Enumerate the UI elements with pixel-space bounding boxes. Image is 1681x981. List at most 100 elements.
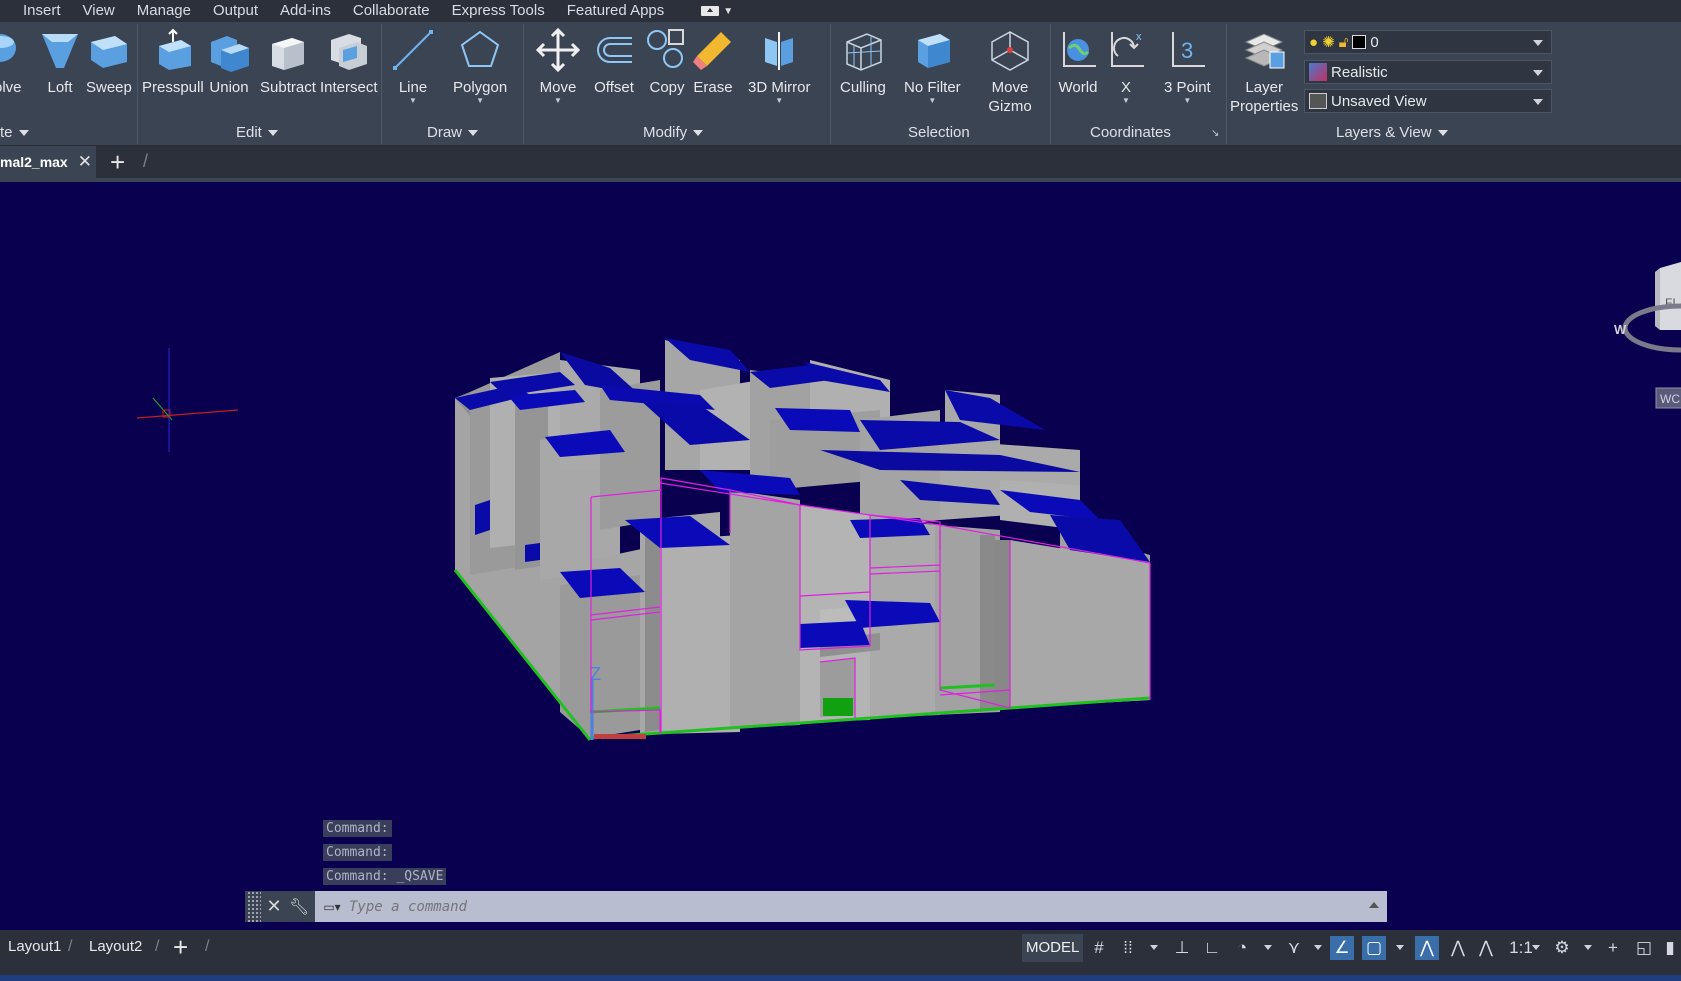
gear-icon[interactable]: ⚙: [1550, 936, 1574, 960]
3-point-button[interactable]: 3 3 Point ▼: [1164, 28, 1211, 105]
auto-scale-icon[interactable]: ⋀: [1446, 936, 1470, 960]
chevron-down-icon: [1533, 70, 1543, 76]
subtract-button[interactable]: Subtract: [260, 28, 316, 97]
chevron-up-icon[interactable]: [1369, 902, 1379, 908]
layout1-tab[interactable]: Layout1: [8, 938, 61, 955]
object-snap-tracking-icon[interactable]: ∠: [1330, 936, 1354, 960]
chevron-down-icon: ▼: [1122, 96, 1130, 105]
command-input-wrap: ▭▾: [315, 891, 1387, 922]
file-tab[interactable]: mal2_max ✕: [0, 146, 96, 178]
menu-insert[interactable]: Insert: [0, 1, 72, 21]
layer-properties-label-1: Layer: [1245, 79, 1283, 96]
model-viewport[interactable]: Z FI W WC: [0, 182, 1681, 930]
visual-style-icon: [1309, 63, 1327, 81]
loft-button[interactable]: Loft: [38, 28, 82, 97]
viewcube[interactable]: FI W WC: [1614, 262, 1681, 409]
layer-dropdown[interactable]: ● ✺ 🔓︎ 0: [1304, 30, 1552, 54]
close-icon[interactable]: ✕: [265, 896, 283, 917]
infer-constraints-icon[interactable]: ⊥: [1170, 936, 1194, 960]
chevron-down-icon[interactable]: [1584, 945, 1592, 950]
intersect-icon: [327, 28, 371, 72]
offset-button[interactable]: Offset: [592, 28, 636, 97]
annotation-scale-icon[interactable]: ⋀: [1474, 936, 1498, 960]
polar-tracking-icon[interactable]: ◔: [1230, 936, 1254, 960]
new-tab-button[interactable]: +: [110, 148, 125, 176]
annotation-visibility-icon[interactable]: ⋀: [1415, 936, 1439, 960]
chevron-down-icon[interactable]: [1150, 945, 1158, 950]
3-point-icon: 3: [1165, 28, 1209, 72]
drag-handle-icon[interactable]: [247, 891, 261, 922]
polygon-button[interactable]: Polygon ▼: [453, 28, 507, 105]
draw-panel-label: Draw: [427, 124, 463, 141]
layout2-tab[interactable]: Layout2: [89, 938, 142, 955]
chevron-down-icon[interactable]: [1314, 945, 1322, 950]
revolve-label: volve: [0, 79, 22, 96]
ucs-x-button[interactable]: x X ▼: [1104, 28, 1148, 105]
plus-icon[interactable]: +: [1601, 936, 1625, 960]
isometric-drafting-icon[interactable]: ⋎: [1282, 936, 1306, 960]
edit-panel-title[interactable]: Edit: [236, 124, 278, 141]
chevron-down-icon[interactable]: [1264, 945, 1272, 950]
culling-button[interactable]: Culling: [840, 28, 886, 97]
menu-collaborate[interactable]: Collaborate: [342, 1, 441, 21]
world-button[interactable]: World: [1056, 28, 1100, 97]
ortho-icon[interactable]: ∟: [1200, 936, 1224, 960]
layer-properties-button[interactable]: Layer Properties: [1230, 28, 1298, 116]
named-view-value: Unsaved View: [1331, 92, 1427, 110]
menu-add-ins[interactable]: Add-ins: [269, 1, 342, 21]
presspull-button[interactable]: Presspull: [142, 28, 204, 97]
draw-panel-title[interactable]: Draw: [427, 124, 479, 141]
model-space-button[interactable]: MODEL: [1022, 934, 1084, 962]
menu-output[interactable]: Output: [202, 1, 269, 21]
move-gizmo-button[interactable]: Move Gizmo: [988, 28, 1032, 116]
command-prompt-icon[interactable]: ▭▾: [315, 891, 349, 922]
panel-divider: [381, 24, 382, 144]
lock-icon: 🔓︎: [1338, 33, 1349, 51]
3d-mirror-icon: [757, 28, 801, 72]
modify-panel-title[interactable]: Modify: [643, 124, 704, 141]
visual-style-dropdown[interactable]: Realistic: [1304, 60, 1552, 84]
copy-button[interactable]: Copy: [645, 28, 689, 97]
menu-view[interactable]: View: [72, 1, 126, 21]
hardware-acceleration-icon[interactable]: ▮: [1660, 936, 1680, 960]
workspace-switch-button[interactable]: ▼: [701, 6, 733, 17]
union-button[interactable]: Union: [207, 28, 251, 97]
panel-divider: [137, 24, 138, 144]
object-snap-icon[interactable]: ▢: [1362, 936, 1386, 960]
move-button[interactable]: Move ▼: [536, 28, 580, 105]
close-icon[interactable]: ✕: [78, 152, 92, 172]
lightbulb-icon: ●: [1309, 33, 1319, 51]
sweep-button[interactable]: Sweep: [86, 28, 132, 97]
chevron-down-icon[interactable]: [1532, 945, 1540, 950]
no-filter-button[interactable]: No Filter ▼: [904, 28, 961, 105]
culling-icon: [841, 28, 885, 72]
command-input[interactable]: [349, 892, 1309, 921]
add-layout-button[interactable]: +: [173, 932, 188, 963]
menu-express-tools[interactable]: Express Tools: [441, 1, 556, 21]
coordinates-panel-label: Coordinates: [1090, 124, 1171, 141]
chevron-down-icon: [18, 129, 29, 136]
create-panel-title[interactable]: te: [0, 124, 29, 141]
three-text: 3: [1181, 38, 1193, 63]
file-tab-label: mal2_max: [0, 154, 68, 170]
x-axis-text: x: [1136, 31, 1142, 43]
3d-mirror-button[interactable]: 3D Mirror ▼: [748, 28, 811, 105]
chevron-down-icon[interactable]: [1396, 945, 1404, 950]
panel-launcher-icon[interactable]: ↘: [1211, 128, 1219, 139]
wrench-icon[interactable]: 🔧︎: [289, 897, 309, 917]
intersect-button[interactable]: Intersect: [320, 28, 378, 97]
revolve-button[interactable]: volve: [0, 28, 26, 97]
subtract-icon: [266, 28, 310, 72]
chevron-down-icon: ▼: [554, 96, 562, 105]
menu-manage[interactable]: Manage: [126, 1, 202, 21]
layers-view-panel-title[interactable]: Layers & View: [1336, 124, 1448, 141]
named-view-dropdown[interactable]: Unsaved View: [1304, 89, 1552, 113]
erase-button[interactable]: Erase: [691, 28, 735, 97]
culling-label: Culling: [840, 79, 886, 96]
snap-icon[interactable]: ⁞⁞: [1116, 936, 1140, 960]
grid-icon[interactable]: #: [1087, 936, 1111, 960]
menu-featured-apps[interactable]: Featured Apps: [556, 1, 676, 21]
isolate-objects-icon[interactable]: ◱: [1632, 936, 1656, 960]
line-button[interactable]: Line ▼: [391, 28, 435, 105]
erase-icon: [691, 28, 735, 72]
